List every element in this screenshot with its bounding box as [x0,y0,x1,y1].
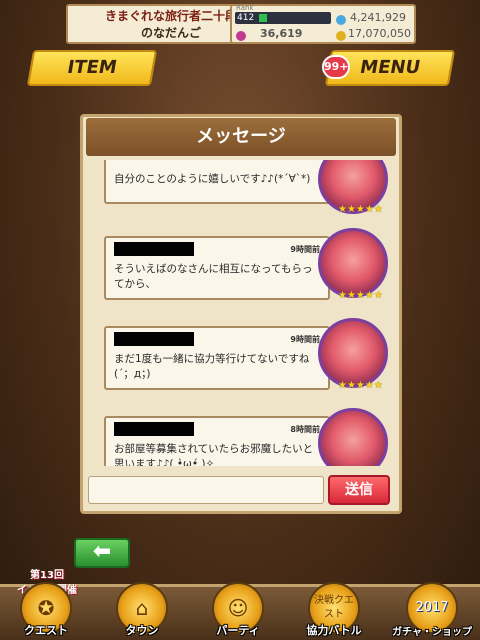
stamina-value: 4,241,929 [350,11,406,24]
message-text: まだ1度も一緒に協力等行けてないですね(´；д；) [114,353,310,380]
message-bubble: 8時間前 お部屋等募集されていたらお邪魔したいと思います♪♪( •̀ω•́ )✧ [104,416,338,466]
arrow-left-icon: ⬅ [92,539,112,564]
send-button[interactable]: 送信 [328,475,390,505]
message-bubble: 9時間前 そういえばのなさんに相互になってもらってから、 [104,236,338,300]
year-label: 2017 [415,600,449,615]
friend-avatar[interactable] [318,408,388,466]
message-bubble: 9時間前 まだ1度も一緒に協力等行けてないですね(´；д；) [104,326,338,390]
rank-label: Rank [236,4,254,12]
gem-icon [236,31,246,41]
message-time: 9時間前 [290,245,320,254]
nav-coop-label: 協力バトル [306,624,362,637]
nav-town-label: タウン [125,624,159,637]
stamina-icon [336,15,346,25]
rarity-stars: ★★★★★ [338,380,383,391]
nav-party[interactable]: ☺ パーティ [196,572,280,640]
redacted-name [114,242,194,256]
rank-bar: 412 [235,12,331,24]
rank-progress-fill [259,14,267,22]
message-time: 9時間前 [290,335,320,344]
message-list[interactable]: 自分のことのように嬉しいです♪♪(*´∀`*) ★★★★★ 9時間前 そういえば… [88,160,394,466]
message-text: 自分のことのように嬉しいです♪♪(*´∀`*) [114,173,311,185]
redacted-name [114,422,194,436]
friend-avatar[interactable] [318,228,388,298]
nav-gacha-shop[interactable]: 2017 ガチャ・ショップ [390,572,474,640]
rarity-stars: ★★★★★ [338,290,383,301]
friend-avatar[interactable] [318,318,388,388]
item-button[interactable]: ITEM [26,50,158,86]
stats-panel: Rank 412 4,241,929 36,619 17,070,050 [230,4,416,44]
gem-value: 36,619 [260,27,303,40]
message-text: お部屋等募集されていたらお邪魔したいと思います♪♪( •̀ω•́ )✧ [114,443,314,466]
panel-title: メッセージ [86,118,396,156]
redacted-name [114,332,194,346]
back-button[interactable]: ⬅ [74,538,130,568]
message-time: 8時間前 [290,425,320,434]
nav-quest[interactable]: ✪ クエスト [4,572,88,640]
coin-icon [336,31,346,41]
message-text: そういえばのなさんに相互になってもらってから、 [114,263,313,290]
message-bubble: 自分のことのように嬉しいです♪♪(*´∀`*) [104,160,338,204]
rank-value: 412 [237,13,255,23]
menu-notification-badge: 99+ [322,55,350,79]
nav-gacha-label: ガチャ・ショップ [392,627,472,638]
coin-value: 17,070,050 [348,27,411,40]
nav-party-label: パーティ [216,624,260,637]
nav-coop-battle[interactable]: 決戦クエスト 協力バトル [292,572,376,640]
message-input[interactable] [88,476,324,504]
decisive-quest-label: 決戦クエスト [314,595,354,620]
rarity-stars: ★★★★★ [338,204,383,215]
nav-town[interactable]: ⌂ タウン [100,572,184,640]
nav-quest-label: クエスト [24,624,68,637]
